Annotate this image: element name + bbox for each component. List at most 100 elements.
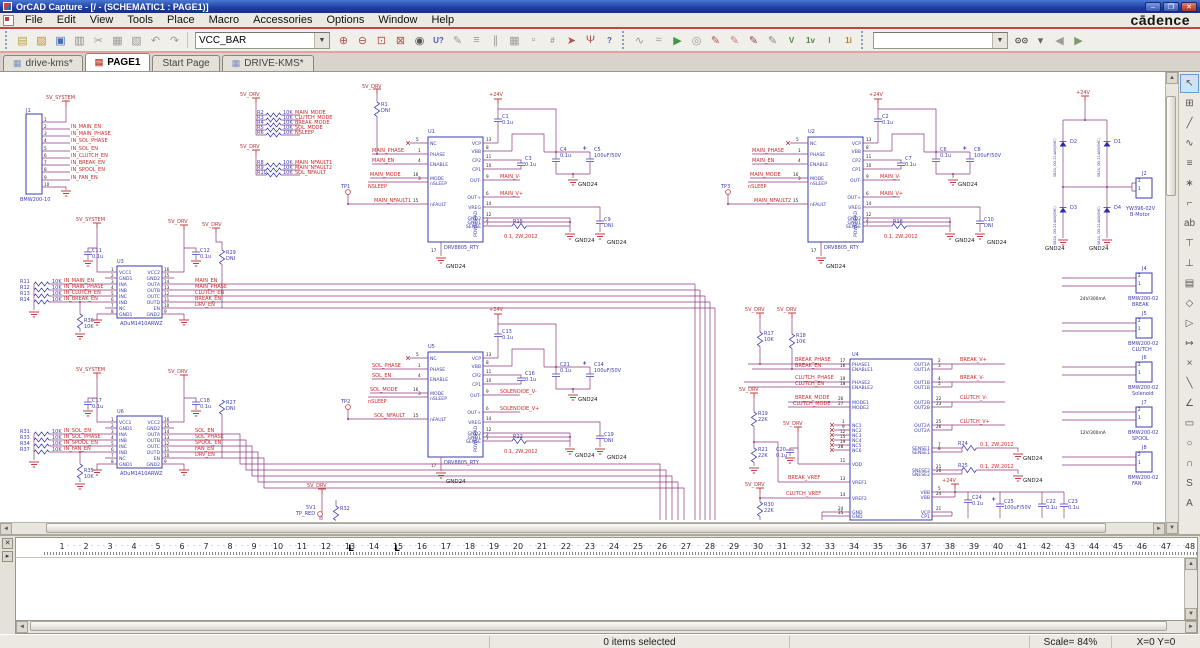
save-document-icon[interactable]: ▣ xyxy=(51,31,70,50)
menu-file[interactable]: File xyxy=(18,13,50,27)
search-combo-caret-icon[interactable]: ▼ xyxy=(992,33,1007,48)
marker-pencil-dark-icon[interactable]: ✎ xyxy=(744,31,763,50)
tool-line-icon[interactable]: ╲ xyxy=(1180,374,1199,393)
tool-auto-wire-icon[interactable]: ∿ xyxy=(1180,134,1199,153)
project-flag-icon[interactable]: ➤ xyxy=(562,31,581,50)
view-netlist-icon[interactable]: ≡ xyxy=(467,31,486,50)
probe-meter-icon[interactable]: ◎ xyxy=(687,31,706,50)
part-combo-input[interactable] xyxy=(196,34,314,47)
toolbar-grip[interactable] xyxy=(5,31,10,49)
tool-polyline-icon[interactable]: ∠ xyxy=(1180,394,1199,413)
tool-junction-icon[interactable]: ∗ xyxy=(1180,174,1199,193)
tool-part-icon[interactable]: ⊞ xyxy=(1180,94,1199,113)
canvas-hscrollbar[interactable]: ◄ ► xyxy=(0,522,1165,534)
schematic-canvas[interactable]: 5V_SYSTEMJ1BMW200-1012345678910IN_MAIN_E… xyxy=(0,72,1165,522)
zoom-in-icon[interactable]: ⊕ xyxy=(334,31,353,50)
hierarchy-tree-icon[interactable]: Ψ xyxy=(581,31,600,50)
tool-text-icon[interactable]: A xyxy=(1180,494,1199,513)
zoom-out-icon[interactable]: ⊖ xyxy=(353,31,372,50)
menu-window[interactable]: Window xyxy=(371,13,424,27)
log-scroll-left-icon[interactable]: ◄ xyxy=(16,621,28,633)
tool-bezier-icon[interactable]: S xyxy=(1180,474,1199,493)
snap-to-grid-icon[interactable]: # xyxy=(543,31,562,50)
copy-icon[interactable]: ▦ xyxy=(108,31,127,50)
tool-rectangle-icon[interactable]: ▭ xyxy=(1180,414,1199,433)
log-vscrollbar[interactable]: ▲ ▼ xyxy=(1184,558,1197,620)
tool-no-connect-icon[interactable]: × xyxy=(1180,354,1199,373)
select-region-icon[interactable]: ▫ xyxy=(524,31,543,50)
waveform-icon[interactable]: ∿ xyxy=(630,31,649,50)
annotate-icon[interactable]: U? xyxy=(429,31,448,50)
scroll-up-icon[interactable]: ▲ xyxy=(1166,72,1178,84)
menu-accessories[interactable]: Accessories xyxy=(246,13,319,27)
tool-select-icon[interactable]: ↖ xyxy=(1180,74,1199,93)
tool-ground-icon[interactable]: ⊥ xyxy=(1180,254,1199,273)
tool-arc-icon[interactable]: ∩ xyxy=(1180,454,1199,473)
log-hscrollbar[interactable]: ◄ ► xyxy=(15,621,1198,634)
marker-pencil-pink-icon[interactable]: ✎ xyxy=(725,31,744,50)
tool-hier-block-icon[interactable]: ▤ xyxy=(1180,274,1199,293)
tool-wire-icon[interactable]: ╱ xyxy=(1180,114,1199,133)
log-scroll-down-icon[interactable]: ▼ xyxy=(1185,608,1197,620)
scroll-right-icon[interactable]: ► xyxy=(1153,523,1165,535)
tab-drive-kms-[interactable]: ▦DRIVE-KMS* xyxy=(222,55,314,71)
marker-pencil-grey-icon[interactable]: ✎ xyxy=(763,31,782,50)
tool-bus-icon[interactable]: ≡ xyxy=(1180,154,1199,173)
tab-page1[interactable]: ▤PAGE1 xyxy=(85,53,151,71)
search-combo[interactable]: ▼ xyxy=(873,32,1008,49)
document-icon[interactable] xyxy=(3,15,14,26)
zoom-area-icon[interactable]: ⊡ xyxy=(372,31,391,50)
tab-start-page[interactable]: Start Page xyxy=(152,55,219,71)
minimize-button[interactable]: – xyxy=(1145,2,1161,12)
menu-options[interactable]: Options xyxy=(319,13,371,27)
log-close-button[interactable]: ✕ xyxy=(2,538,13,549)
run-simulation-icon[interactable]: ▶ xyxy=(668,31,687,50)
tool-hier-pin-icon[interactable]: ▷ xyxy=(1180,314,1199,333)
tool-ellipse-icon[interactable]: ○ xyxy=(1180,434,1199,453)
help-icon[interactable]: ? xyxy=(600,31,619,50)
tool-hier-port-icon[interactable]: ◇ xyxy=(1180,294,1199,313)
new-document-icon[interactable]: ▤ xyxy=(13,31,32,50)
session-log-text[interactable] xyxy=(16,558,1184,620)
annotate-eye-icon[interactable]: ◉ xyxy=(410,31,429,50)
tool-power-icon[interactable]: ⊤ xyxy=(1180,234,1199,253)
marker-pencil-red-icon[interactable]: ✎ xyxy=(706,31,725,50)
search-options-icon[interactable]: ▾ xyxy=(1031,31,1050,50)
toolbar-grip-2[interactable] xyxy=(622,31,627,49)
zoom-all-icon[interactable]: ⊠ xyxy=(391,31,410,50)
probe-voltage-diff-icon[interactable]: 1v xyxy=(801,31,820,50)
waveform-edit-icon[interactable]: ≈ xyxy=(649,31,668,50)
log-scroll-right-icon[interactable]: ► xyxy=(1185,621,1197,633)
undo-icon[interactable]: ↶ xyxy=(146,31,165,50)
part-combo-caret-icon[interactable]: ▼ xyxy=(314,33,329,48)
edit-part-icon[interactable]: ✎ xyxy=(448,31,467,50)
probe-voltage-icon[interactable]: V xyxy=(782,31,801,50)
title-bar[interactable]: OrCAD Capture - [/ - (SCHEMATIC1 : PAGE1… xyxy=(0,0,1200,13)
cut-icon[interactable]: ✂ xyxy=(89,31,108,50)
search-input[interactable] xyxy=(874,34,992,47)
tab-drive-kms-[interactable]: ▦drive-kms* xyxy=(3,55,83,71)
part-search-icon[interactable]: ∥ xyxy=(486,31,505,50)
maximize-button[interactable]: ❐ xyxy=(1163,2,1179,12)
log-float-button[interactable]: ▸ xyxy=(2,551,13,562)
menu-help[interactable]: Help xyxy=(424,13,461,27)
tool-net-alias-icon[interactable]: ab xyxy=(1180,214,1199,233)
menu-view[interactable]: View xyxy=(83,13,121,27)
close-button[interactable]: ✕ xyxy=(1181,2,1197,12)
nav-back-icon[interactable]: ◀ xyxy=(1050,31,1069,50)
toolbar-grip-3[interactable] xyxy=(861,31,866,49)
tool-off-page-icon[interactable]: ↦ xyxy=(1180,334,1199,353)
canvas-vscrollbar[interactable]: ▲ ▼ xyxy=(1165,72,1178,534)
scroll-down-icon[interactable]: ▼ xyxy=(1166,522,1178,534)
search-find-icon[interactable]: ⊙⊙ xyxy=(1012,31,1031,50)
tool-bus-entry-icon[interactable]: ⌐ xyxy=(1180,194,1199,213)
log-scroll-up-icon[interactable]: ▲ xyxy=(1185,558,1197,570)
menu-macro[interactable]: Macro xyxy=(202,13,247,27)
schematic-page[interactable]: 5V_SYSTEMJ1BMW200-1012345678910IN_MAIN_E… xyxy=(0,72,1165,522)
print-icon[interactable]: ▥ xyxy=(70,31,89,50)
redo-icon[interactable]: ↷ xyxy=(165,31,184,50)
part-combo[interactable]: ▼ xyxy=(195,32,330,49)
paste-icon[interactable]: ▧ xyxy=(127,31,146,50)
probe-power-icon[interactable]: 1i xyxy=(839,31,858,50)
open-document-icon[interactable]: ▨ xyxy=(32,31,51,50)
